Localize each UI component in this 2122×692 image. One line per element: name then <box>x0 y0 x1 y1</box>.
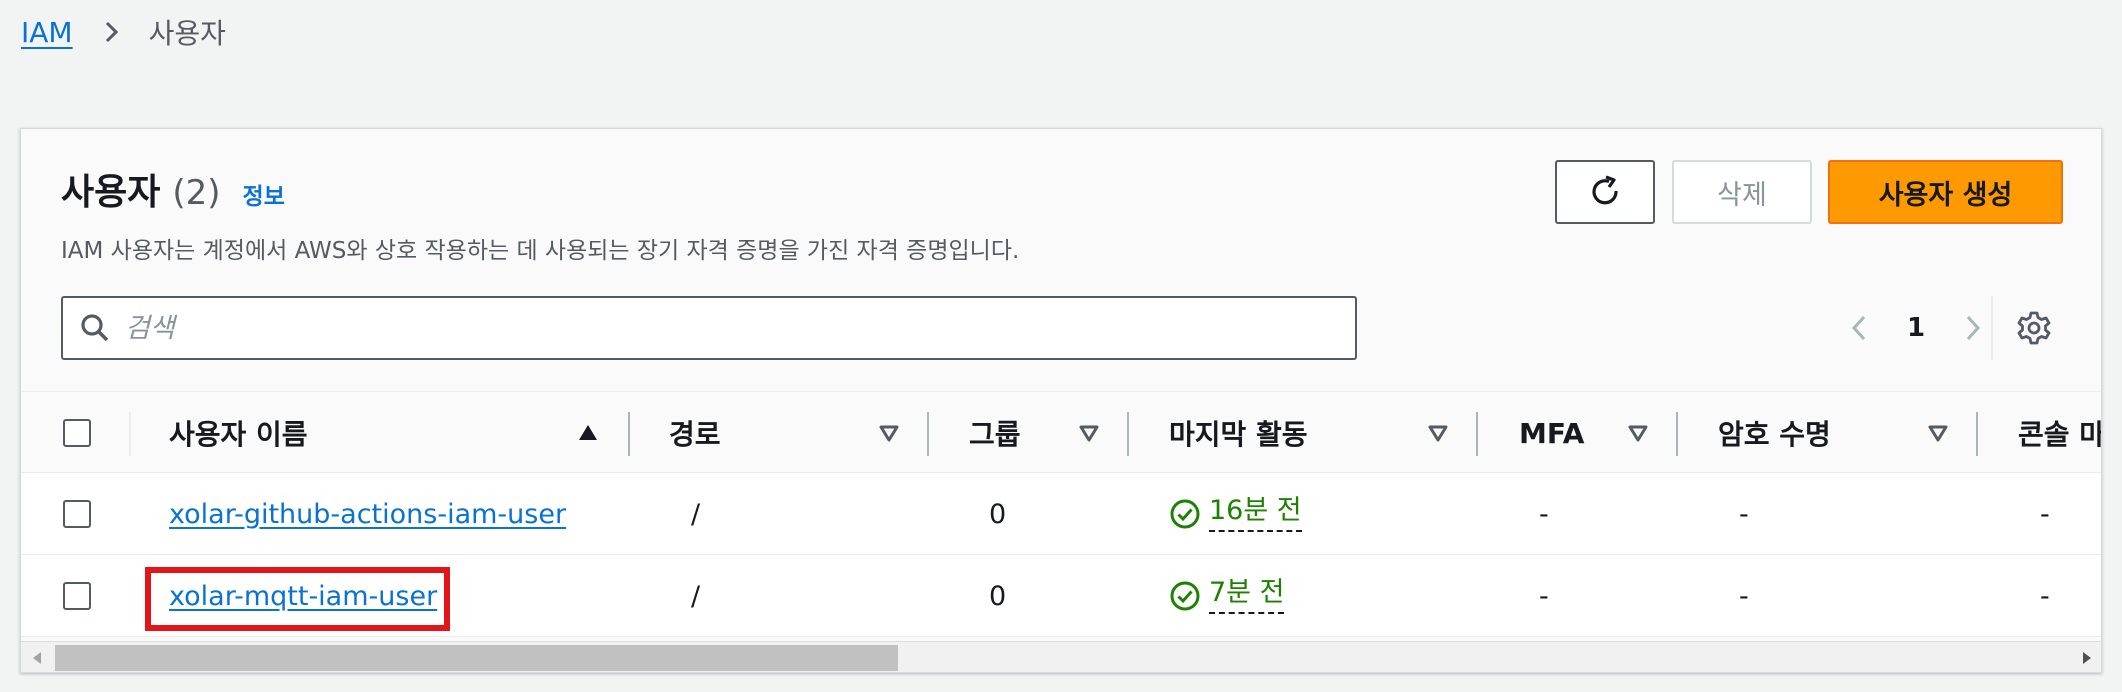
breadcrumb-iam-link[interactable]: IAM <box>21 16 73 49</box>
mfa-cell: - <box>1539 580 1549 612</box>
title-row: 사용자 (2) 정보 <box>61 163 285 215</box>
search-icon <box>79 312 111 344</box>
groups-cell: 0 <box>989 580 1007 612</box>
breadcrumb-current: 사용자 <box>148 17 226 50</box>
info-link[interactable]: 정보 <box>243 177 285 211</box>
scroll-right-arrow-icon[interactable] <box>2071 642 2101 672</box>
mfa-cell: - <box>1539 498 1549 530</box>
status-success-icon <box>1170 499 1200 529</box>
table-head: 사용자 이름 경로 그룹 마지막 활동 MFA 암호 수명 콘솔 마 <box>21 391 2102 474</box>
row-checkbox[interactable] <box>63 500 91 528</box>
breadcrumb: IAM 사용자 <box>21 12 226 52</box>
console-cell: - <box>2040 498 2050 530</box>
settings-gear-icon[interactable] <box>2016 310 2052 346</box>
table-header: 사용자 (2) 정보 IAM 사용자는 계정에서 AWS와 상호 작용하는 데 … <box>21 129 2101 391</box>
username-link[interactable]: xolar-github-actions-iam-user <box>169 499 566 530</box>
username-link[interactable]: xolar-mqtt-iam-user <box>169 581 437 612</box>
column-header-path[interactable]: 경로 <box>669 392 721 474</box>
path-cell: / <box>691 580 701 612</box>
select-all-checkbox[interactable] <box>63 419 91 447</box>
column-label: 콘솔 마 <box>2018 418 2102 451</box>
sort-icon[interactable] <box>1427 422 1449 444</box>
username-cell: xolar-mqtt-iam-user <box>169 555 437 637</box>
table-row[interactable]: xolar-github-actions-iam-user / 0 16분 전 … <box>21 473 2101 555</box>
column-header-password-age[interactable]: 암호 수명 <box>1718 392 1831 474</box>
last-activity-cell: 7분 전 <box>1169 555 1285 637</box>
column-divider[interactable] <box>1127 412 1129 456</box>
column-label: MFA <box>1519 416 1585 450</box>
user-count: (2) <box>172 173 221 213</box>
groups-cell: 0 <box>989 498 1007 530</box>
column-header-mfa[interactable]: MFA <box>1519 392 1584 474</box>
page-number[interactable]: 1 <box>1907 313 1925 343</box>
last-activity-text[interactable]: 7분 전 <box>1209 578 1285 614</box>
password-age-cell: - <box>1739 580 1749 612</box>
pagination: 1 <box>1841 296 1991 360</box>
column-label: 경로 <box>669 418 721 451</box>
table-row[interactable]: xolar-mqtt-iam-user / 0 7분 전 - - - <box>21 555 2101 637</box>
create-user-button[interactable]: 사용자 생성 <box>1828 160 2063 224</box>
scroll-left-arrow-icon[interactable] <box>21 642 53 672</box>
column-label: 사용자 이름 <box>169 418 308 451</box>
chevron-right-icon <box>99 20 123 44</box>
status-success-icon <box>1170 581 1200 611</box>
column-divider[interactable] <box>927 412 929 456</box>
divider <box>1991 296 1993 360</box>
sort-ascending-icon[interactable] <box>577 422 599 444</box>
users-table-container: 사용자 (2) 정보 IAM 사용자는 계정에서 AWS와 상호 작용하는 데 … <box>20 128 2102 673</box>
last-activity-cell: 16분 전 <box>1169 473 1302 555</box>
delete-button[interactable]: 삭제 <box>1672 160 1812 224</box>
column-header-console[interactable]: 콘솔 마 <box>2018 392 2102 474</box>
console-cell: - <box>2040 580 2050 612</box>
refresh-button[interactable] <box>1555 160 1655 224</box>
refresh-icon <box>1592 175 1618 205</box>
column-label: 그룹 <box>969 418 1021 451</box>
row-checkbox[interactable] <box>63 582 91 610</box>
sort-icon[interactable] <box>1078 422 1100 444</box>
search-field[interactable] <box>61 296 1357 360</box>
username-cell: xolar-github-actions-iam-user <box>169 473 566 555</box>
column-header-last-activity[interactable]: 마지막 활동 <box>1169 392 1308 474</box>
column-header-username[interactable]: 사용자 이름 <box>169 392 308 474</box>
page-title: 사용자 <box>61 172 161 213</box>
scrollbar-thumb[interactable] <box>55 645 898 671</box>
column-label: 마지막 활동 <box>1169 418 1308 451</box>
horizontal-scrollbar[interactable] <box>21 641 2101 672</box>
column-divider[interactable] <box>628 412 630 456</box>
page-description: IAM 사용자는 계정에서 AWS와 상호 작용하는 데 사용되는 장기 자격 … <box>61 238 1020 264</box>
search-input[interactable] <box>125 312 1325 344</box>
column-label: 암호 수명 <box>1718 418 1831 451</box>
last-activity-text[interactable]: 16분 전 <box>1209 496 1302 532</box>
chevron-right-icon[interactable] <box>1955 310 1991 346</box>
sort-icon[interactable] <box>1927 422 1949 444</box>
password-age-cell: - <box>1739 498 1749 530</box>
sort-icon[interactable] <box>1627 422 1649 444</box>
column-header-groups[interactable]: 그룹 <box>969 392 1021 474</box>
column-divider[interactable] <box>1976 412 1978 456</box>
sort-icon[interactable] <box>878 422 900 444</box>
chevron-left-icon[interactable] <box>1841 310 1877 346</box>
path-cell: / <box>691 498 701 530</box>
column-divider <box>129 412 131 456</box>
column-divider[interactable] <box>1676 412 1678 456</box>
column-divider[interactable] <box>1476 412 1478 456</box>
